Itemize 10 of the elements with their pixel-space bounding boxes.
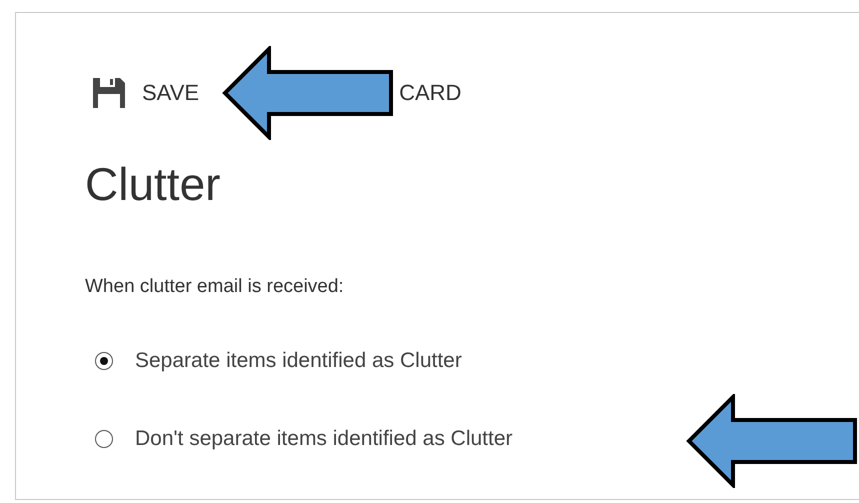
page-title: Clutter (85, 157, 222, 211)
radio-button[interactable] (95, 430, 113, 448)
radio-button[interactable] (95, 352, 113, 370)
radio-option[interactable]: Don't separate items identified as Clutter (95, 426, 859, 452)
toolbar-button[interactable]: CARD (399, 80, 462, 106)
arrow-icon (222, 46, 394, 140)
arrow-icon (686, 394, 858, 488)
save-button[interactable]: SAVE (93, 78, 200, 108)
prompt-text: When clutter email is received: (85, 275, 345, 299)
radio-option[interactable]: Separate items identified as Clutter (95, 348, 859, 374)
